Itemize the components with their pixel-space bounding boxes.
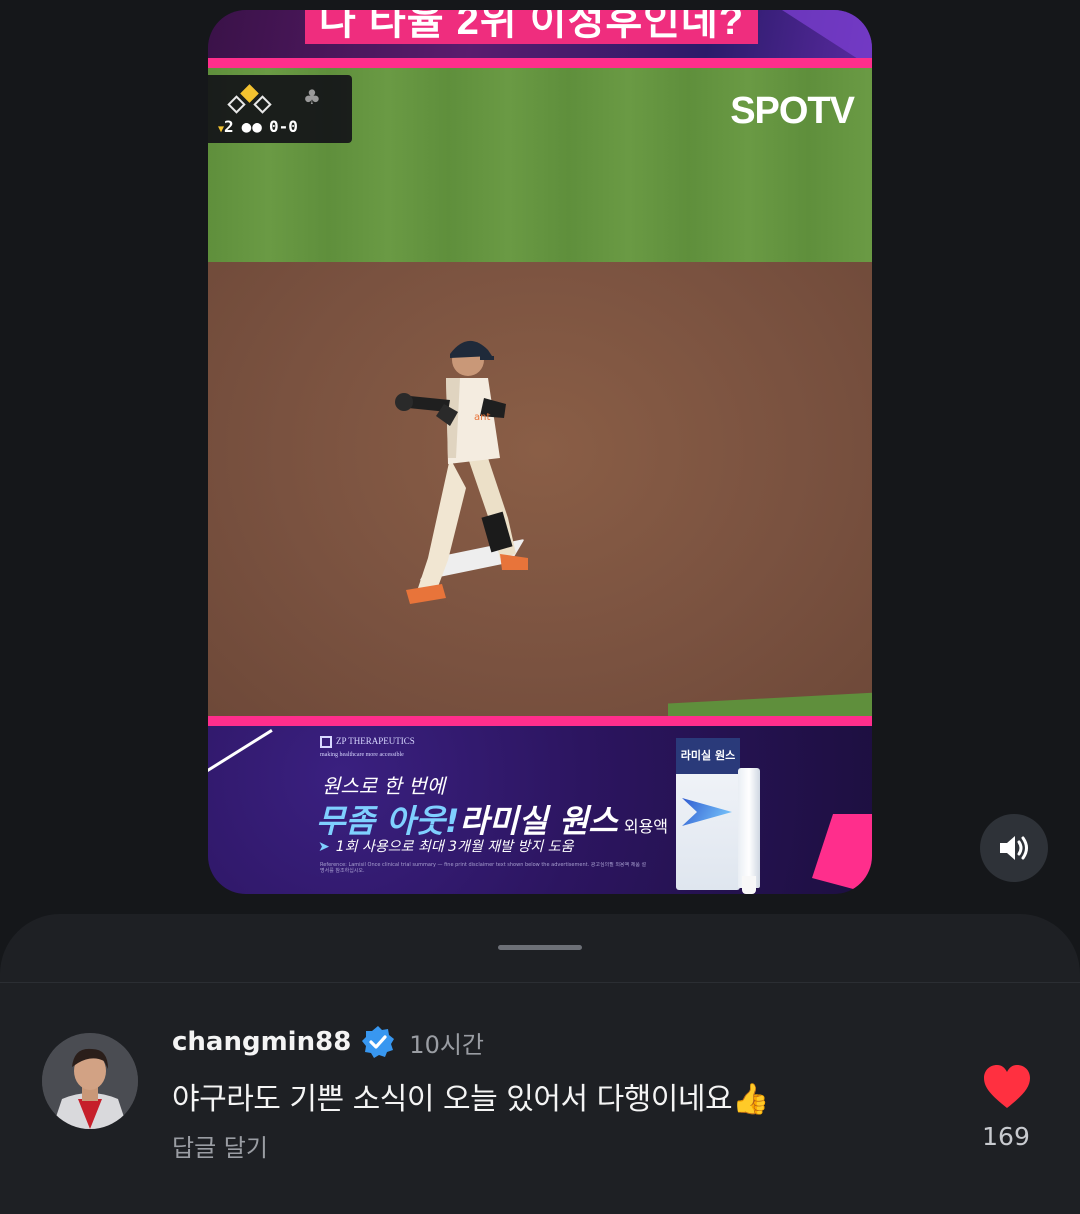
ad-brand: ZP THERAPEUTICS making healthcare more a… — [320, 736, 415, 758]
product-box: 라미실 원스 — [676, 738, 740, 890]
ad-banner: ZP THERAPEUTICS making healthcare more a… — [208, 726, 872, 894]
broadcaster-logo: SPOTV — [730, 90, 855, 132]
volume-button[interactable] — [980, 814, 1048, 882]
base-runner-diamonds — [227, 84, 272, 114]
heart-icon[interactable] — [982, 1064, 1032, 1110]
infield-dirt — [208, 262, 872, 730]
video-caption: 나 타율 2위 이정후인데? — [305, 10, 759, 44]
product-tube — [738, 768, 760, 894]
reel-viewer: 나 타율 2위 이정후인데? ant ♣ ▼2 ●● 0-0 SPOTV ZP … — [0, 0, 1080, 1214]
like-count: 169 — [982, 1122, 1030, 1151]
comments-sheet: changmin88 10시간 야구라도 기쁜 소식이 오늘 있어서 다행이네요… — [0, 914, 1080, 1214]
scoreboard: ♣ ▼2 ●● 0-0 — [208, 75, 352, 143]
zp-logo-icon — [320, 736, 332, 748]
score: 0-0 — [268, 117, 298, 136]
score-line: ▼2 ●● 0-0 — [218, 117, 298, 136]
video-frame: ant — [208, 68, 872, 730]
comment-username[interactable]: changmin88 — [172, 1027, 351, 1057]
avatar[interactable] — [42, 1033, 138, 1129]
comment-header: changmin88 10시간 — [172, 1022, 484, 1062]
comment-text: 야구라도 기쁜 소식이 오늘 있어서 다행이네요👍 — [172, 1082, 769, 1117]
baseball-player: ant — [395, 340, 528, 604]
network-logo-icon: ♣ — [303, 85, 321, 109]
verified-badge-icon — [362, 1026, 395, 1058]
reply-button[interactable]: 답글 달기 — [172, 1128, 268, 1163]
volume-icon — [1000, 836, 1028, 860]
ad-lead: 원스로 한 번에 — [322, 774, 446, 798]
ad-subline: ➤ 1회 사용으로 최대 3개월 재발 방지 도움 — [318, 839, 574, 855]
outs-indicator: ●● — [241, 117, 263, 136]
ad-fine-print: Reference: Lamisil Once clinical trial s… — [320, 862, 647, 874]
comment-timestamp: 10시간 — [409, 1030, 484, 1059]
banner-divider — [208, 58, 872, 68]
inning: 2 — [224, 117, 234, 136]
svg-text:ant: ant — [474, 412, 490, 423]
video-player[interactable]: 나 타율 2위 이정후인데? ant ♣ ▼2 ●● 0-0 SPOTV ZP … — [208, 10, 872, 894]
sheet-drag-handle[interactable] — [498, 945, 582, 950]
